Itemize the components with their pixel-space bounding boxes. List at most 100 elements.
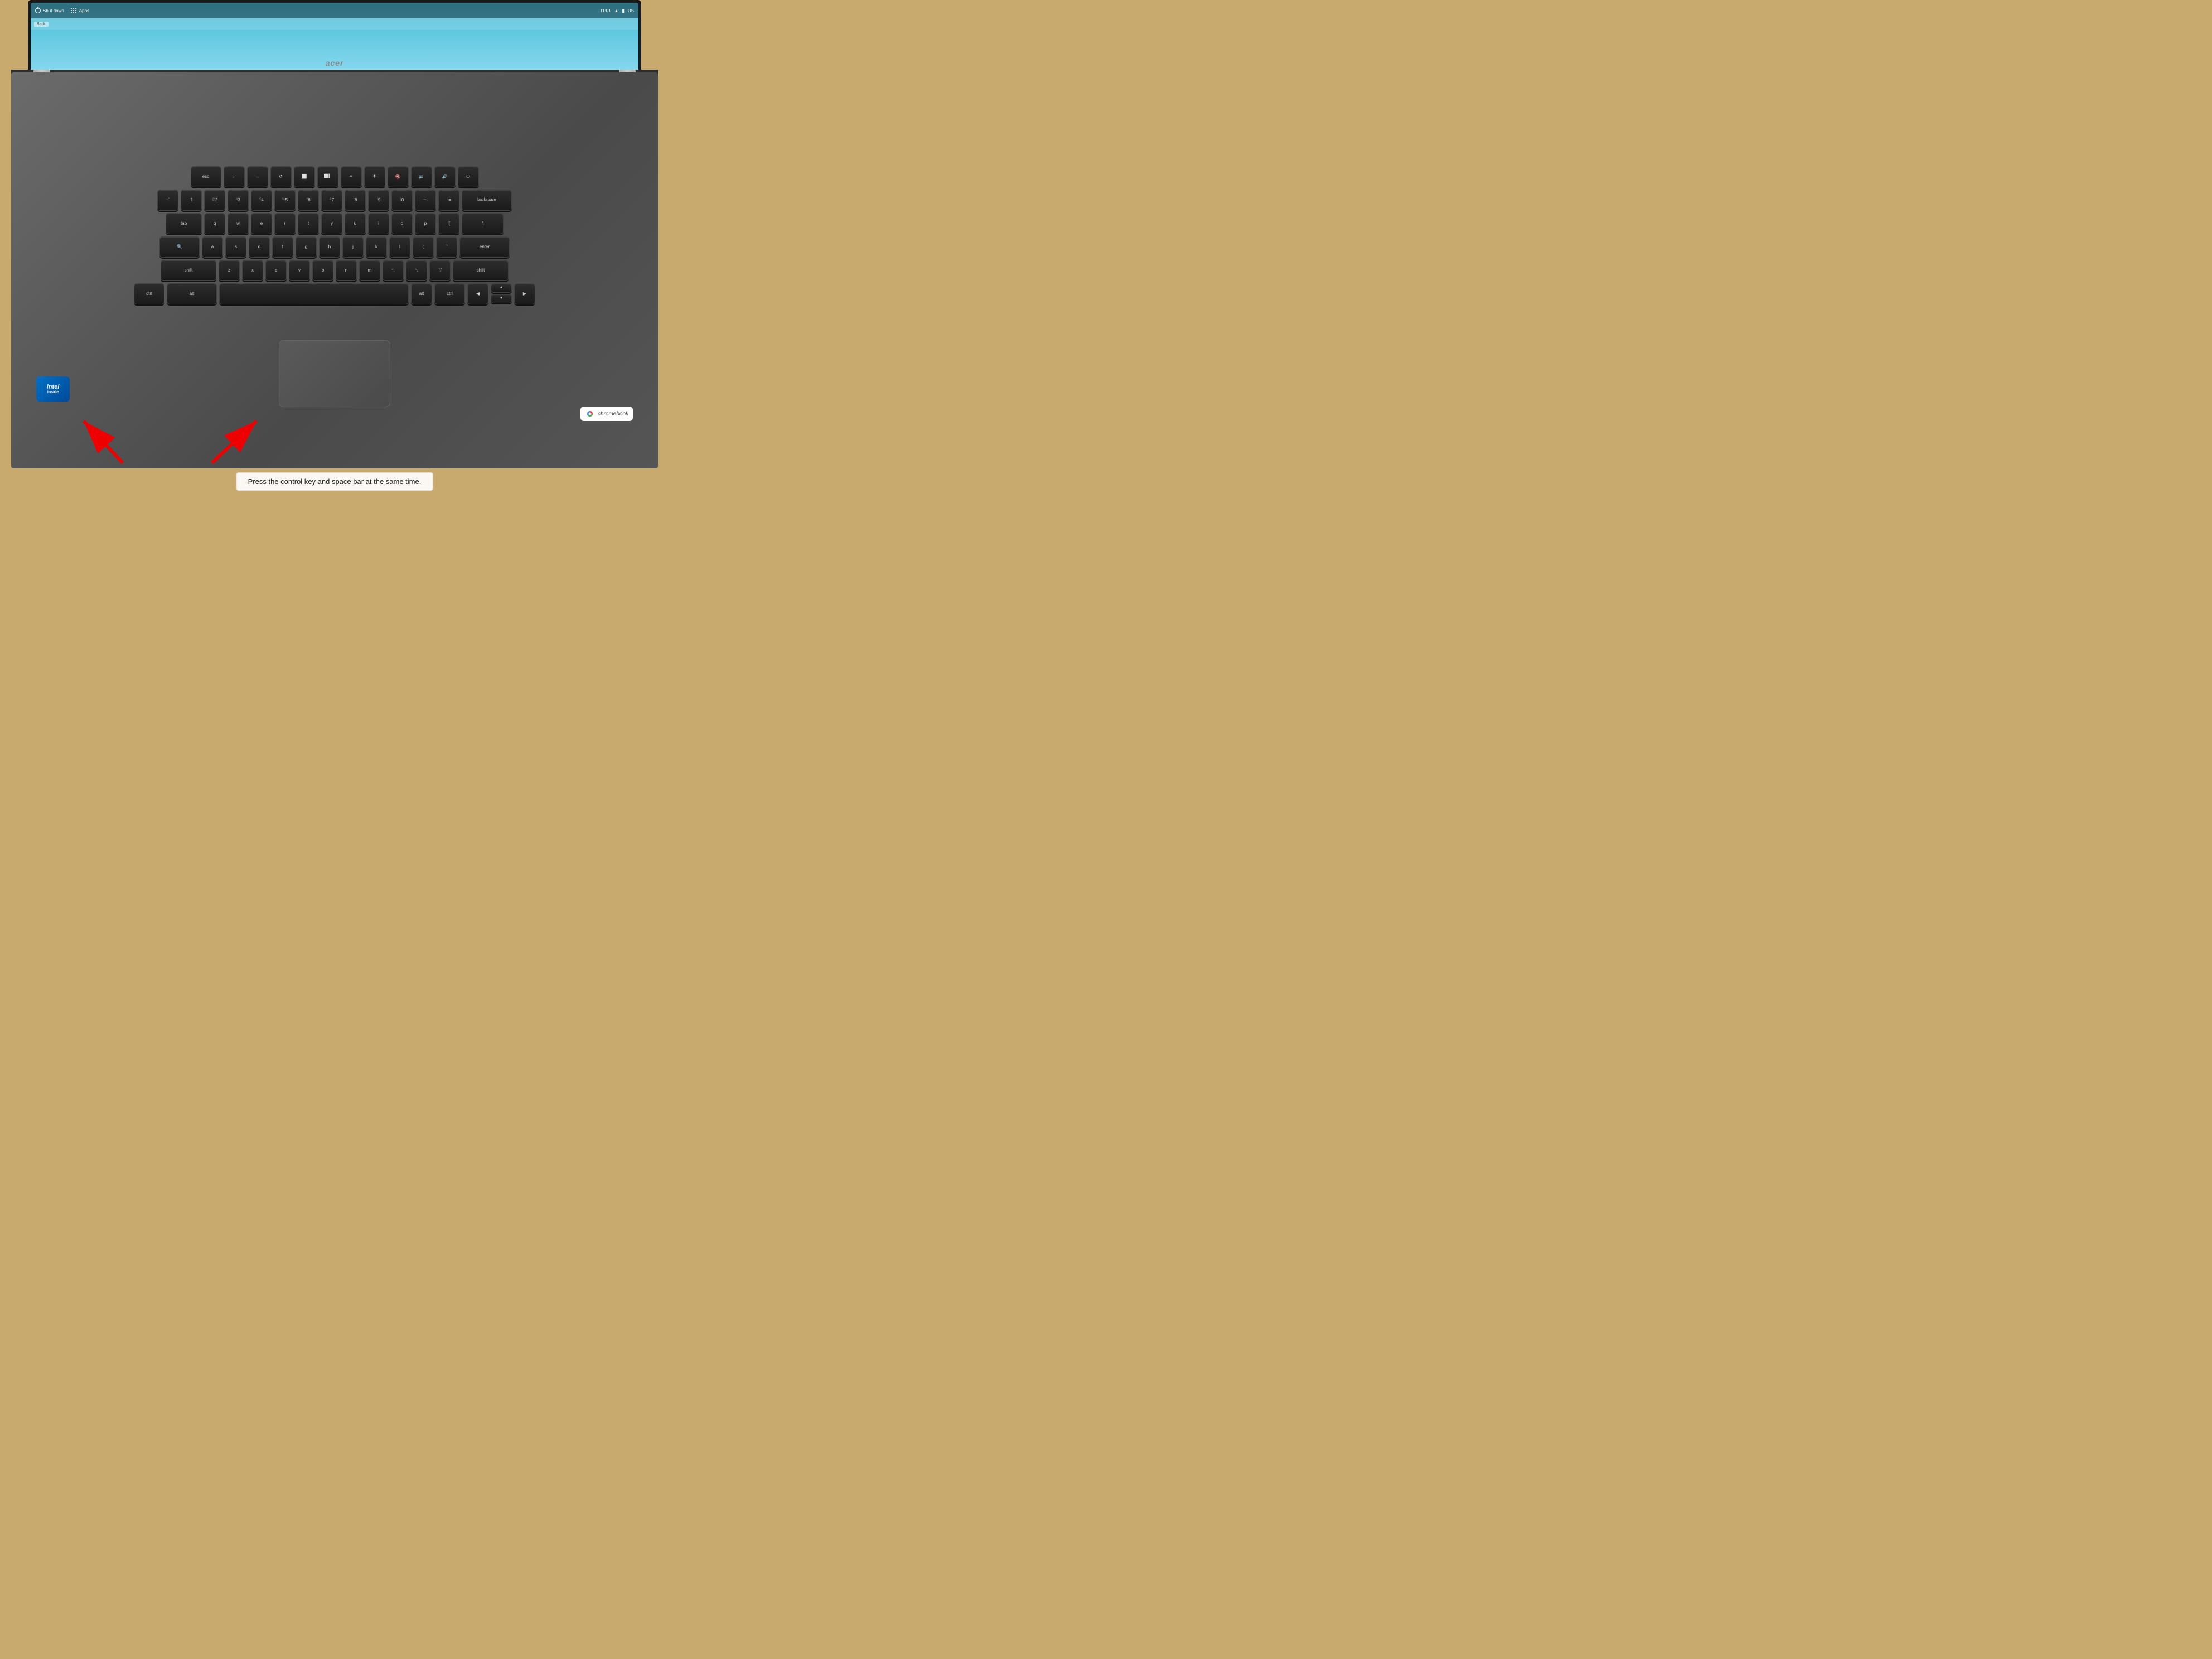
key-b[interactable]: b: [312, 260, 333, 281]
key-l[interactable]: l: [389, 236, 410, 258]
key-t[interactable]: t: [298, 213, 319, 234]
key-9[interactable]: (9: [368, 190, 389, 211]
key-arrow-up[interactable]: ▲: [491, 283, 512, 293]
key-alt-right[interactable]: alt: [411, 283, 432, 304]
battery-icon: ▮: [622, 8, 624, 13]
chrome-icon: [585, 409, 595, 419]
key-forward[interactable]: →: [247, 166, 268, 187]
intel-text: intel: [47, 384, 60, 390]
key-5[interactable]: %5: [274, 190, 296, 211]
key-ctrl-right[interactable]: ctrl: [434, 283, 465, 304]
key-y[interactable]: y: [321, 213, 342, 234]
key-slash[interactable]: ?/: [429, 260, 451, 281]
key-ctrl-left[interactable]: ctrl: [134, 283, 164, 304]
key-m[interactable]: m: [359, 260, 380, 281]
key-z[interactable]: z: [219, 260, 240, 281]
key-4[interactable]: $4: [251, 190, 272, 211]
key-u[interactable]: u: [345, 213, 366, 234]
key-n[interactable]: n: [336, 260, 357, 281]
shutdown-label: Shut down: [43, 8, 64, 13]
key-q[interactable]: q: [204, 213, 225, 234]
key-comma[interactable]: <,: [383, 260, 404, 281]
intel-badge: intel inside: [36, 376, 70, 402]
key-esc[interactable]: esc: [191, 166, 221, 187]
key-6[interactable]: ^6: [298, 190, 319, 211]
key-alt-left[interactable]: alt: [167, 283, 217, 304]
key-arrow-right[interactable]: ▶: [514, 283, 535, 304]
laptop-chassis: esc ← → ↺ ⬜ ⬜▌ ☀ ☀ 🔇 🔉 🔊 ⏻ ~` !1: [11, 72, 658, 468]
key-3[interactable]: #3: [228, 190, 249, 211]
apps-grid-icon: [71, 8, 77, 13]
key-bright-up[interactable]: ☀: [364, 166, 385, 187]
key-s[interactable]: s: [225, 236, 246, 258]
key-search[interactable]: 🔍: [159, 236, 200, 258]
key-1[interactable]: !1: [181, 190, 202, 211]
number-row: ~` !1 @2 #3 $4 %5 ^6 &7 *8 (9 )0 —- += b…: [42, 190, 627, 211]
key-a[interactable]: a: [202, 236, 223, 258]
key-backslash[interactable]: |\: [462, 213, 504, 234]
key-h[interactable]: h: [319, 236, 340, 258]
instruction-text: Press the control key and space bar at t…: [248, 477, 422, 486]
key-bracket-left[interactable]: {[: [438, 213, 459, 234]
asdf-row: 🔍 a s d f g h j k l :; "' enter: [42, 236, 627, 258]
key-shift-left[interactable]: shift: [161, 260, 216, 281]
key-power[interactable]: ⏻: [458, 166, 479, 187]
key-quote[interactable]: "': [436, 236, 457, 258]
qwerty-row: tab q w e r t y u i o p {[ |\: [42, 213, 627, 234]
key-vol-down[interactable]: 🔉: [411, 166, 432, 187]
key-semicolon[interactable]: :;: [413, 236, 434, 258]
shutdown-button[interactable]: Shut down: [35, 8, 64, 13]
zxcv-row: shift z x c v b n m <, >. ?/ shift: [42, 260, 627, 281]
key-backspace[interactable]: backspace: [462, 190, 512, 211]
taskbar-left: Shut down Apps: [35, 8, 600, 13]
key-space[interactable]: [219, 283, 409, 304]
key-reload[interactable]: ↺: [270, 166, 292, 187]
acer-logo: acer: [326, 59, 344, 67]
key-equals[interactable]: +=: [438, 190, 459, 211]
key-bright-down[interactable]: ☀: [341, 166, 362, 187]
key-o[interactable]: o: [391, 213, 413, 234]
key-c[interactable]: c: [265, 260, 287, 281]
bottom-row: ctrl alt alt ctrl ◀ ▲ ▼ ▶: [42, 283, 627, 304]
key-overview[interactable]: ⬜▌: [317, 166, 338, 187]
key-i[interactable]: i: [368, 213, 389, 234]
key-tab[interactable]: tab: [166, 213, 202, 234]
key-fullscreen[interactable]: ⬜: [294, 166, 315, 187]
key-8[interactable]: *8: [345, 190, 366, 211]
intel-inside-text: inside: [47, 390, 59, 394]
key-mute[interactable]: 🔇: [388, 166, 409, 187]
key-0[interactable]: )0: [391, 190, 413, 211]
key-tilde[interactable]: ~`: [157, 190, 178, 211]
locale-label: US: [628, 8, 634, 13]
key-k[interactable]: k: [366, 236, 387, 258]
apps-button[interactable]: Apps: [71, 8, 89, 13]
keyboard: esc ← → ↺ ⬜ ⬜▌ ☀ ☀ 🔇 🔉 🔊 ⏻ ~` !1: [33, 155, 636, 315]
key-7[interactable]: &7: [321, 190, 342, 211]
trackpad[interactable]: [279, 340, 390, 407]
key-g[interactable]: g: [296, 236, 317, 258]
key-arrow-left[interactable]: ◀: [467, 283, 488, 304]
key-2[interactable]: @2: [204, 190, 225, 211]
key-shift-right[interactable]: shift: [453, 260, 509, 281]
clock: 11:01: [600, 8, 611, 13]
key-p[interactable]: p: [415, 213, 436, 234]
key-f[interactable]: f: [272, 236, 293, 258]
key-vol-up[interactable]: 🔊: [434, 166, 456, 187]
key-arrow-down[interactable]: ▼: [491, 294, 512, 303]
key-period[interactable]: >.: [406, 260, 427, 281]
chromebook-text: chromebook: [598, 411, 628, 417]
back-button[interactable]: Back: [34, 22, 49, 27]
key-j[interactable]: j: [342, 236, 364, 258]
key-enter[interactable]: enter: [459, 236, 510, 258]
key-v[interactable]: v: [289, 260, 310, 281]
key-back[interactable]: ←: [224, 166, 245, 187]
key-e[interactable]: e: [251, 213, 272, 234]
chromebook-badge: chromebook: [580, 407, 633, 421]
key-d[interactable]: d: [249, 236, 270, 258]
key-w[interactable]: w: [228, 213, 249, 234]
chromeos-taskbar: Shut down Apps 11:01 ▲ ▮: [31, 3, 638, 18]
taskbar-right: 11:01 ▲ ▮ US: [600, 8, 634, 13]
key-x[interactable]: x: [242, 260, 263, 281]
key-r[interactable]: r: [274, 213, 296, 234]
key-minus[interactable]: —-: [415, 190, 436, 211]
